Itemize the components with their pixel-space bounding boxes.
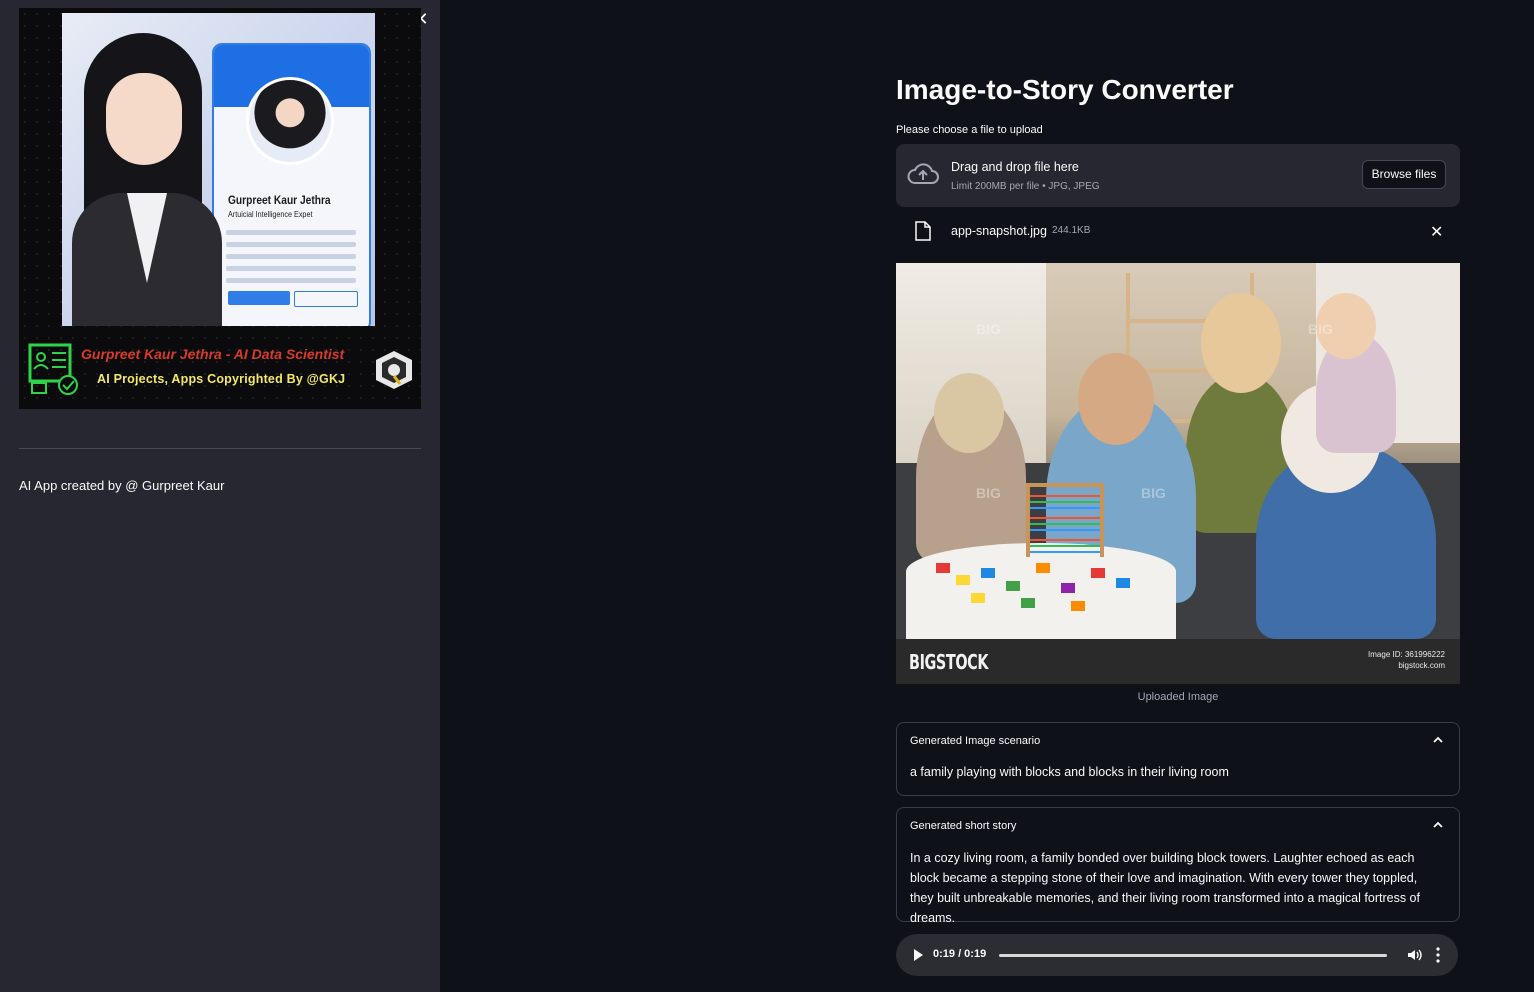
watermark: BIG — [976, 485, 1001, 501]
story-expander[interactable]: Generated short story In a cozy living r… — [896, 807, 1460, 925]
image-footer: BIGSTOCK Image ID: 361996222 bigstock.co… — [896, 639, 1460, 684]
sidebar-divider — [19, 448, 421, 449]
file-dropzone[interactable]: Drag and drop file here Limit 200MB per … — [896, 144, 1460, 207]
audio-progress-bar[interactable] — [999, 954, 1387, 957]
play-icon[interactable] — [912, 948, 924, 962]
scenario-text: a family playing with blocks and blocks … — [910, 765, 1229, 779]
sidebar: ✕ Gurpreet Kaur Jethra Artuicial Intelli… — [0, 0, 440, 992]
scenario-header[interactable]: Generated Image scenario — [910, 735, 1040, 747]
dropzone-title: Drag and drop file here — [951, 160, 1079, 174]
audio-time: 0:19 / 0:19 — [933, 948, 987, 960]
banner-footer-title: Gurpreet Kaur Jethra - AI Data Scientist — [81, 346, 345, 362]
story-header[interactable]: Generated short story — [910, 820, 1016, 832]
banner-person-illustration — [72, 33, 222, 326]
audio-player[interactable]: 0:19 / 0:19 — [896, 934, 1458, 976]
banner-profile-role: Artuicial Intelligence Expet — [228, 210, 313, 219]
id-card-check-icon — [28, 343, 78, 395]
profile-banner-image: Gurpreet Kaur Jethra Artuicial Intellige… — [19, 8, 421, 409]
uploader-label: Please choose a file to upload — [896, 124, 1043, 136]
file-icon — [915, 221, 931, 241]
browse-files-button[interactable]: Browse files — [1362, 160, 1446, 189]
app-credit: AI App created by @ Gurpreet Kaur — [19, 478, 225, 493]
scenario-expander[interactable]: Generated Image scenario a family playin… — [896, 722, 1460, 796]
chevron-up-icon[interactable] — [1431, 733, 1445, 747]
uploaded-file-row: app-snapshot.jpg 244.1KB ✕ — [896, 216, 1460, 246]
uploaded-file-name: app-snapshot.jpg — [951, 224, 1047, 238]
profile-card-illustration: Gurpreet Kaur Jethra Artuicial Intellige… — [212, 43, 371, 326]
image-site: bigstock.com — [1398, 661, 1445, 670]
banner-profile-name: Gurpreet Kaur Jethra — [228, 193, 331, 207]
watermark: BIG — [976, 321, 1001, 337]
story-text: In a cozy living room, a family bonded o… — [910, 851, 1420, 925]
chevron-up-icon[interactable] — [1431, 818, 1445, 832]
watermark: BIG — [1141, 485, 1166, 501]
watermark: BIG — [1308, 321, 1333, 337]
family-photo: BIG BIG BIG BIG — [896, 263, 1460, 639]
cloud-upload-icon — [907, 163, 939, 184]
avatar — [246, 77, 334, 165]
uploaded-file-size: 244.1KB — [1052, 225, 1091, 236]
remove-file-icon[interactable]: ✕ — [1430, 222, 1443, 242]
image-brand: BIGSTOCK — [909, 650, 989, 674]
banner-portrait: Gurpreet Kaur Jethra Artuicial Intellige… — [62, 13, 375, 326]
uploaded-image: BIG BIG BIG BIG BIGSTOCK Image ID: 36199… — [896, 263, 1460, 684]
banner-footer-copyright: AI Projects, Apps Copyrighted By @GKJ — [97, 372, 346, 386]
image-id: Image ID: 361996222 — [1368, 650, 1445, 659]
banner-footer: Gurpreet Kaur Jethra - AI Data Scientist… — [25, 340, 415, 400]
page-title: Image-to-Story Converter — [896, 74, 1234, 105]
dropzone-limit: Limit 200MB per file • JPG, JPEG — [951, 181, 1100, 192]
hexagon-logo-icon — [376, 351, 412, 389]
more-options-icon[interactable] — [1434, 946, 1442, 964]
volume-icon[interactable] — [1406, 947, 1422, 963]
image-caption: Uploaded Image — [1137, 691, 1219, 703]
